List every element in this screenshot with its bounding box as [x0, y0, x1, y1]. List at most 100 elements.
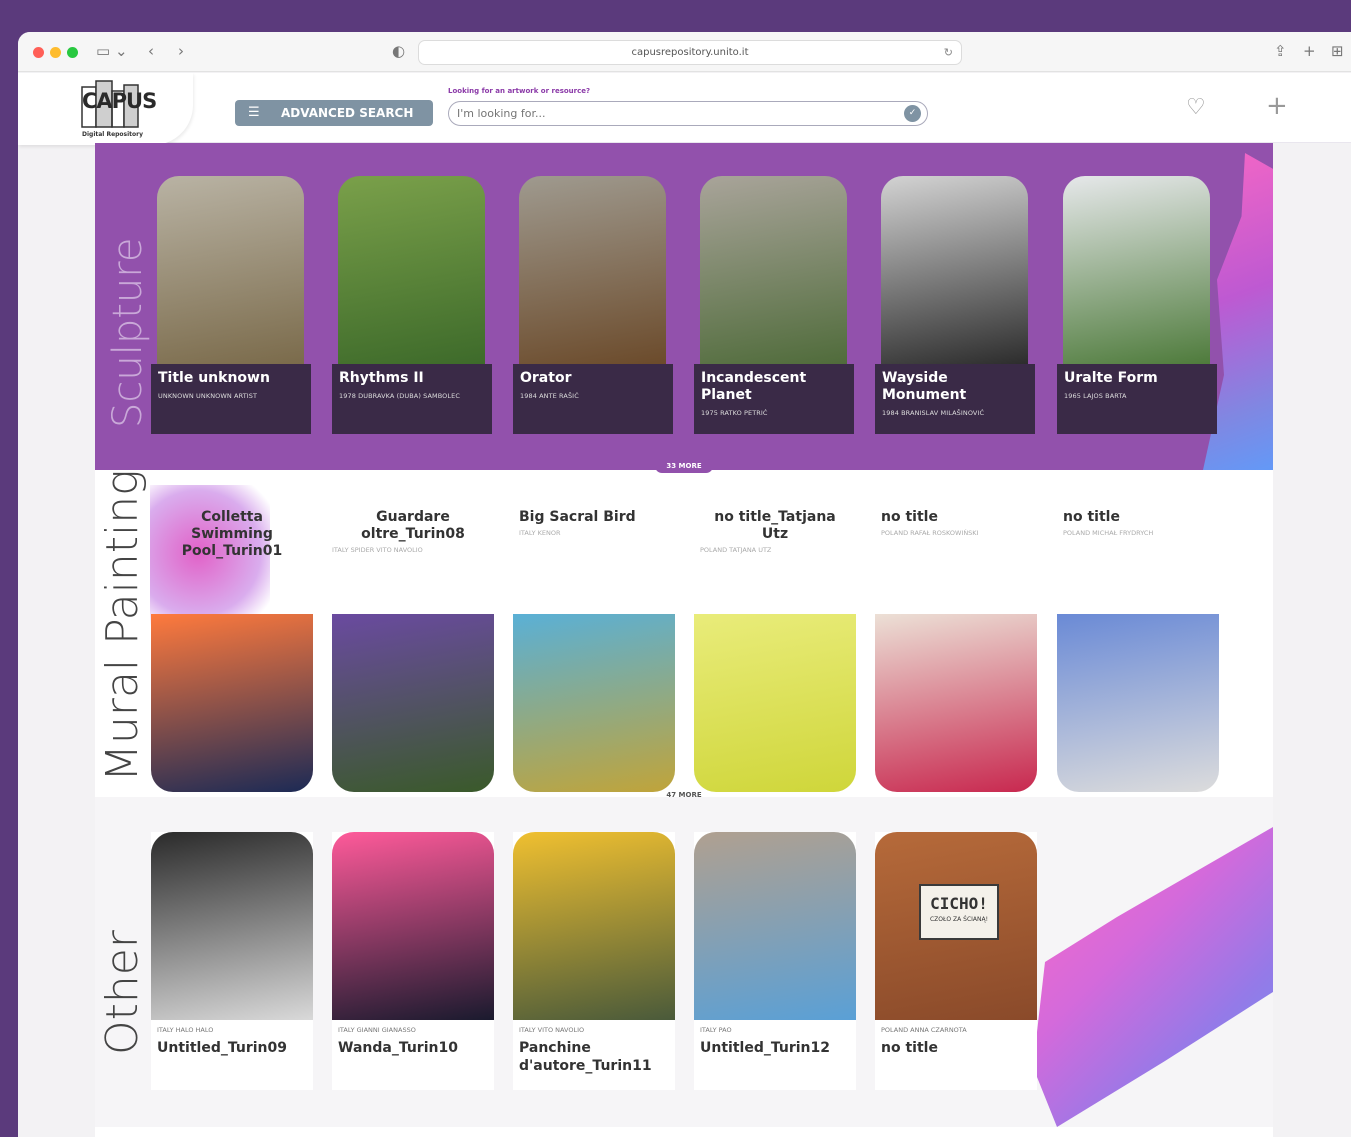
card-title: Untitled_Turin12: [700, 1040, 830, 1056]
mural-card[interactable]: Big Sacral Bird ITALY KENOR: [513, 509, 675, 794]
sign-plaque: CICHO! CZOŁO ZA ŚCIANĄ!: [919, 884, 999, 940]
back-arrow-icon[interactable]: ‹: [148, 41, 154, 61]
artwork-image[interactable]: [694, 614, 856, 792]
favorites-heart-icon[interactable]: ♡: [1186, 95, 1206, 120]
other-card[interactable]: ITALY VITO NAVOLIO Panchine d'autore_Tur…: [513, 832, 675, 1090]
card-meta: 1978 DUBRAVKA (DUBA) SAMBOLEC: [339, 392, 460, 400]
card-meta: 1975 RATKO PETRIĆ: [701, 409, 768, 417]
mural-card[interactable]: no title_Tatjana Utz POLAND TATJANA UTZ: [694, 509, 856, 794]
search-input[interactable]: [457, 102, 897, 125]
sculpture-card[interactable]: Incandescent Planet 1975 RATKO PETRIĆ: [694, 176, 854, 434]
artwork-image[interactable]: [694, 832, 856, 1020]
artwork-image[interactable]: [157, 176, 304, 366]
zoom-window-button[interactable]: [67, 47, 78, 58]
privacy-shield-icon[interactable]: ◐: [392, 41, 405, 61]
site-header: CAPUS Digital Repository ☰ ADVANCED SEAR…: [18, 73, 1351, 145]
browser-window: ▭ ⌄ ‹ › ◐ capusrepository.unito.it ↻ ⇪ +…: [18, 32, 1351, 1137]
advanced-search-label: ADVANCED SEARCH: [281, 106, 414, 120]
logo-subtitle: Digital Repository: [82, 131, 144, 138]
artwork-image[interactable]: [1057, 614, 1219, 792]
card-meta: POLAND ANNA CZARNOTA: [881, 1026, 967, 1034]
card-title: Untitled_Turin09: [157, 1040, 287, 1056]
browser-toolbar: ▭ ⌄ ‹ › ◐ capusrepository.unito.it ↻ ⇪ +…: [18, 32, 1351, 72]
card-meta: POLAND MICHAŁ FRYDRYCH: [1063, 529, 1154, 537]
artwork-image[interactable]: [151, 832, 313, 1020]
new-tab-icon[interactable]: +: [1303, 41, 1316, 61]
mural-card[interactable]: no title POLAND MICHAŁ FRYDRYCH: [1057, 509, 1219, 794]
card-info: Wayside Monument 1984 BRANISLAV MILAŠINO…: [875, 364, 1035, 434]
card-meta: POLAND TATJANA UTZ: [700, 546, 772, 554]
mural-card[interactable]: Guardare oltre_Turin08 ITALY SPIDER VITO…: [332, 509, 494, 794]
reload-icon[interactable]: ↻: [944, 41, 953, 64]
sculpture-card[interactable]: Rhythms II 1978 DUBRAVKA (DUBA) SAMBOLEC: [332, 176, 492, 434]
artwork-image[interactable]: [519, 176, 666, 366]
search-submit-icon[interactable]: ✓: [904, 105, 921, 122]
main-content: Sculpture Title unknown UNKNOWN UNKNOWN …: [95, 143, 1273, 1137]
share-icon[interactable]: ⇪: [1274, 41, 1287, 61]
mural-more-button[interactable]: 47 MORE: [655, 788, 713, 802]
card-meta: ITALY VITO NAVOLIO: [519, 1026, 585, 1034]
card-title: Uralte Form: [1064, 370, 1158, 386]
artwork-image[interactable]: [513, 614, 675, 792]
other-card[interactable]: ITALY PAO Untitled_Turin12: [694, 832, 856, 1090]
sidebar-toggle-icon[interactable]: ▭ ⌄: [96, 41, 128, 61]
forward-arrow-icon[interactable]: ›: [178, 41, 184, 61]
card-info: Incandescent Planet 1975 RATKO PETRIĆ: [694, 364, 854, 434]
sculpture-card[interactable]: Orator 1984 ANTE RAŠIĆ: [513, 176, 673, 434]
sculpture-card[interactable]: Uralte Form 1965 LAJOS BARTA: [1057, 176, 1217, 434]
card-title: no title_Tatjana Utz: [714, 509, 836, 542]
artwork-image[interactable]: [151, 614, 313, 792]
artwork-image[interactable]: [332, 614, 494, 792]
sign-subtitle: CZOŁO ZA ŚCIANĄ!: [929, 916, 989, 923]
sculpture-card[interactable]: Title unknown UNKNOWN UNKNOWN ARTIST: [151, 176, 311, 434]
card-meta: ITALY KENOR: [519, 529, 561, 537]
artwork-image[interactable]: [1063, 176, 1210, 366]
card-title: Title unknown: [158, 370, 270, 386]
card-title: Wayside Monument: [882, 370, 967, 403]
artwork-image[interactable]: CICHO! CZOŁO ZA ŚCIANĄ!: [875, 832, 1037, 1020]
logo-text: CAPUS: [82, 89, 157, 113]
logo-container: CAPUS Digital Repository: [18, 73, 193, 145]
mural-card[interactable]: Colletta Swimming Pool_Turin01: [151, 509, 313, 794]
card-title: Wanda_Turin10: [338, 1040, 458, 1056]
sculpture-section: Sculpture Title unknown UNKNOWN UNKNOWN …: [95, 143, 1273, 470]
card-title: no title: [881, 509, 938, 525]
card-title: Colletta Swimming Pool_Turin01: [181, 509, 283, 559]
section-label-sculpture: Sculpture: [105, 237, 151, 428]
section-label-other: Other: [97, 930, 148, 1055]
artwork-image[interactable]: [875, 614, 1037, 792]
minimize-window-button[interactable]: [50, 47, 61, 58]
close-window-button[interactable]: [33, 47, 44, 58]
capus-logo[interactable]: CAPUS Digital Repository: [80, 77, 157, 141]
other-card[interactable]: CICHO! CZOŁO ZA ŚCIANĄ! POLAND ANNA CZAR…: [875, 832, 1037, 1090]
artwork-image[interactable]: [338, 176, 485, 366]
card-title: no title: [881, 1040, 938, 1056]
artwork-image[interactable]: [700, 176, 847, 366]
sculpture-card[interactable]: Wayside Monument 1984 BRANISLAV MILAŠINO…: [875, 176, 1035, 434]
other-card[interactable]: ITALY HALO HALO Untitled_Turin09: [151, 832, 313, 1090]
add-plus-icon[interactable]: +: [1266, 91, 1288, 121]
advanced-search-button[interactable]: ☰ ADVANCED SEARCH: [235, 100, 433, 126]
url-text: capusrepository.unito.it: [631, 47, 749, 58]
card-meta: 1965 LAJOS BARTA: [1064, 392, 1127, 400]
other-card[interactable]: ITALY GIANNI GIANASSO Wanda_Turin10: [332, 832, 494, 1090]
card-title: Rhythms II: [339, 370, 424, 386]
card-meta: 1984 ANTE RAŠIĆ: [520, 392, 579, 400]
artwork-image[interactable]: [513, 832, 675, 1020]
card-meta: ITALY GIANNI GIANASSO: [338, 1026, 416, 1034]
other-section: Other ITALY HALO HALO Untitled_Turin09 I…: [95, 797, 1273, 1127]
card-title: Big Sacral Bird: [519, 509, 636, 525]
mural-card[interactable]: no title POLAND RAFAŁ ROSKOWIŃSKI: [875, 509, 1037, 794]
artwork-image[interactable]: [881, 176, 1028, 366]
card-title: Orator: [520, 370, 572, 386]
artwork-image[interactable]: [332, 832, 494, 1020]
address-bar[interactable]: capusrepository.unito.it ↻: [418, 40, 962, 65]
card-info: Title unknown UNKNOWN UNKNOWN ARTIST: [151, 364, 311, 434]
card-meta: POLAND RAFAŁ ROSKOWIŃSKI: [881, 529, 979, 537]
sculpture-more-button[interactable]: 33 MORE: [655, 459, 713, 473]
decorative-bench-shape: [1033, 827, 1273, 1127]
tab-overview-icon[interactable]: ⊞: [1331, 41, 1344, 61]
card-meta: UNKNOWN UNKNOWN ARTIST: [158, 392, 258, 400]
sign-title: CICHO!: [930, 894, 988, 913]
filter-menu-icon: ☰: [248, 105, 260, 120]
